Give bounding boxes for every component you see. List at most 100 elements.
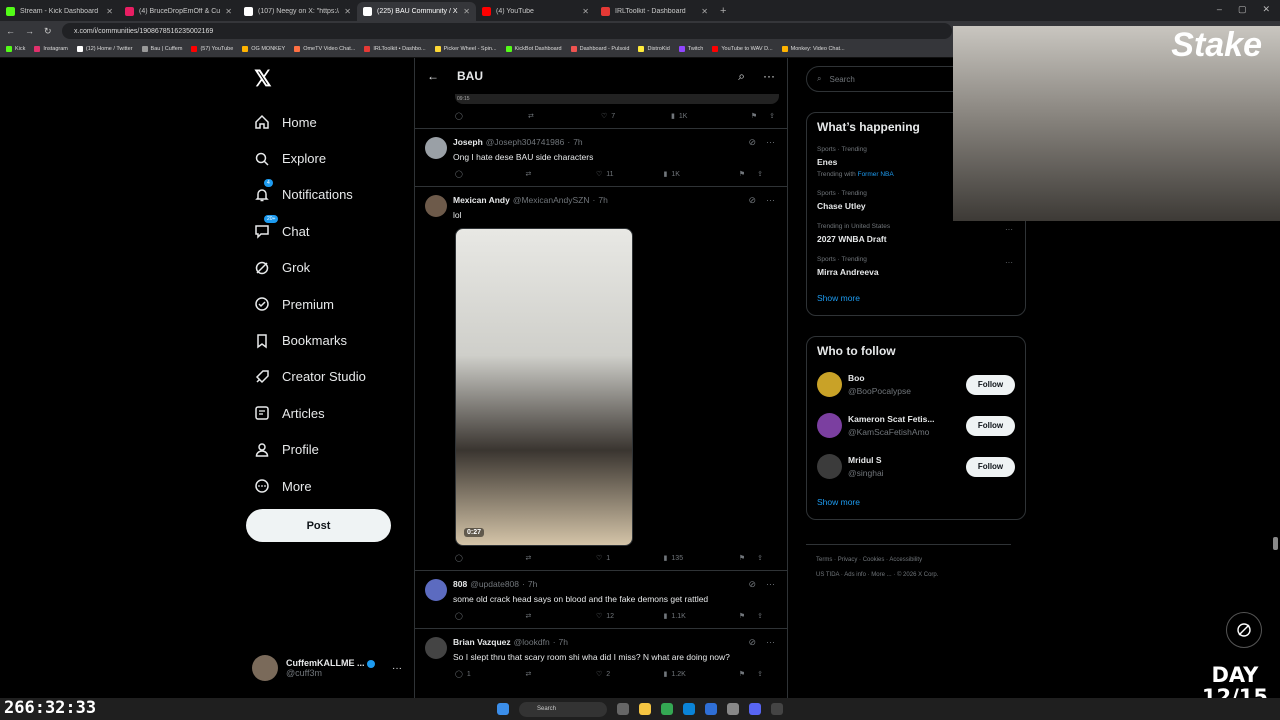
bookmark-icon[interactable]: ⚑ bbox=[739, 670, 745, 678]
avatar[interactable] bbox=[817, 372, 842, 397]
follow-suggestion[interactable]: Boo @BooPocalypse Follow bbox=[817, 364, 1015, 405]
close-tab-icon[interactable]: ✕ bbox=[106, 7, 113, 16]
footer-link[interactable]: Accessibility bbox=[889, 557, 922, 563]
follow-suggestion[interactable]: Kameron Scat Fetis... @KamScaFetishAmo Fol… bbox=[817, 405, 1015, 446]
more-icon[interactable]: ··· bbox=[1005, 258, 1013, 267]
bookmark-link[interactable]: (57) YouTube bbox=[191, 46, 233, 52]
reply-icon[interactable]: ◯ bbox=[455, 170, 525, 178]
trend-item[interactable]: Sports · Trending Mirra Andreeva ··· bbox=[817, 250, 1015, 283]
repost-icon[interactable]: ⇄ bbox=[525, 170, 595, 178]
tweet[interactable]: Joseph @Joseph304741986 · 7h Ong I hate dese… bbox=[415, 128, 787, 186]
previous-video[interactable]: 09:15 bbox=[455, 94, 779, 104]
tweet-author[interactable]: Mexican Andy bbox=[453, 195, 510, 205]
like-button[interactable]: ♡ 11 bbox=[596, 170, 664, 179]
avatar[interactable] bbox=[425, 637, 447, 659]
reply-icon[interactable]: ◯ bbox=[455, 612, 525, 620]
nav-item-more[interactable]: More bbox=[246, 468, 406, 504]
like-button[interactable]: ♡ 1 bbox=[596, 554, 664, 563]
share-icon[interactable]: ⇪ bbox=[757, 612, 763, 620]
app-icon[interactable] bbox=[727, 703, 739, 715]
share-icon[interactable]: ⇪ bbox=[757, 170, 763, 178]
more-icon[interactable]: ··· bbox=[766, 137, 775, 148]
follow-suggestion[interactable]: Mridul S @singhai Follow bbox=[817, 446, 1015, 487]
post-button[interactable]: Post bbox=[246, 509, 391, 542]
nav-item-bookmarks[interactable]: Bookmarks bbox=[246, 322, 406, 358]
like-button[interactable]: ♡ 2 bbox=[596, 670, 664, 679]
more-icon[interactable]: ··· bbox=[766, 579, 775, 590]
grok-icon[interactable]: ⊘ bbox=[748, 137, 756, 148]
views-count[interactable]: ▮ 1K bbox=[664, 170, 739, 179]
back-icon[interactable]: ← bbox=[6, 26, 15, 36]
search-icon[interactable]: ⌕ bbox=[738, 69, 745, 84]
close-tab-icon[interactable]: ✕ bbox=[463, 7, 470, 16]
obs-icon[interactable] bbox=[771, 703, 783, 715]
window-controls[interactable]: – ▢ ✕ bbox=[1207, 0, 1280, 19]
share-icon[interactable]: ⇪ bbox=[757, 670, 763, 678]
bookmark-link[interactable]: DistroKid bbox=[638, 46, 670, 52]
footer-link[interactable]: Privacy bbox=[838, 557, 858, 563]
more-icon[interactable]: ··· bbox=[766, 637, 775, 648]
file-explorer-icon[interactable] bbox=[639, 703, 651, 715]
avatar[interactable] bbox=[817, 454, 842, 479]
repost-icon[interactable]: ⇄ bbox=[528, 112, 601, 120]
share-icon[interactable]: ⇪ bbox=[769, 112, 775, 120]
new-tab-icon[interactable]: + bbox=[714, 2, 732, 21]
maximize-icon[interactable]: ▢ bbox=[1238, 4, 1247, 15]
footer-link[interactable]: Cookies bbox=[863, 557, 885, 563]
nav-item-explore[interactable]: Explore bbox=[246, 140, 406, 176]
more-icon[interactable]: ··· bbox=[1005, 225, 1013, 234]
avatar[interactable] bbox=[817, 413, 842, 438]
grok-icon[interactable]: ⊘ bbox=[748, 579, 756, 590]
show-more-link[interactable]: Show more bbox=[817, 487, 1015, 519]
more-icon[interactable]: ··· bbox=[763, 69, 775, 83]
tweet-time[interactable]: 7h bbox=[528, 579, 537, 589]
avatar[interactable] bbox=[425, 137, 447, 159]
bookmark-icon[interactable]: ⚑ bbox=[739, 612, 745, 620]
follow-button[interactable]: Follow bbox=[966, 374, 1015, 395]
tweet[interactable]: 808 @update808 · 7h some old crack head says… bbox=[415, 570, 787, 628]
nav-item-profile[interactable]: Profile bbox=[246, 432, 406, 468]
bookmark-link[interactable]: IRLToolkit • Dashbo... bbox=[364, 46, 426, 52]
nav-item-creator-studio[interactable]: Creator Studio bbox=[246, 359, 406, 395]
browser-tab[interactable]: (4) YouTube ✕ bbox=[476, 2, 595, 21]
views-count[interactable]: ▮ 1K bbox=[671, 112, 749, 121]
nav-item-articles[interactable]: Articles bbox=[246, 395, 406, 431]
bookmark-link[interactable]: OG MONKEY bbox=[242, 46, 285, 52]
back-arrow-icon[interactable]: ← bbox=[427, 69, 439, 83]
nav-item-chat[interactable]: 20+ Chat bbox=[246, 213, 406, 249]
nav-item-grok[interactable]: Grok bbox=[246, 250, 406, 286]
tweet[interactable]: Mexican Andy @MexicanAndySZN · 7h lol ⊘ ··· 0:2… bbox=[415, 186, 787, 570]
bookmark-link[interactable]: Instagram bbox=[34, 46, 68, 52]
bookmark-link[interactable]: Kick bbox=[6, 46, 25, 52]
forward-icon[interactable]: → bbox=[25, 26, 34, 36]
bookmark-icon[interactable]: ⚑ bbox=[751, 112, 757, 120]
minimize-icon[interactable]: – bbox=[1217, 4, 1222, 15]
follow-button[interactable]: Follow bbox=[966, 456, 1015, 477]
reload-icon[interactable]: ↻ bbox=[44, 26, 52, 37]
browser-tab[interactable]: IRLToolkit - Dashboard ✕ bbox=[595, 2, 714, 21]
close-tab-icon[interactable]: ✕ bbox=[344, 7, 351, 16]
footer-link[interactable]: US TIDA bbox=[816, 572, 839, 578]
grok-icon[interactable]: ⊘ bbox=[748, 637, 756, 648]
reply-icon[interactable]: ◯ bbox=[455, 554, 525, 562]
taskbar-search[interactable]: Search bbox=[519, 701, 607, 717]
tweet[interactable]: Brian Vazquez @lookdfn · 7h So I slept thru … bbox=[415, 628, 787, 686]
bookmark-link[interactable]: Dashboard - Pulsoid bbox=[570, 46, 629, 52]
bookmark-link[interactable]: Picker Wheel - Spin... bbox=[434, 46, 497, 52]
bookmark-link[interactable]: OmeTV Video Chat... bbox=[294, 46, 355, 52]
tweet-author[interactable]: Brian Vazquez bbox=[453, 637, 511, 647]
tweet-handle[interactable]: @MexicanAndySZN bbox=[513, 195, 590, 205]
show-more-link[interactable]: Show more bbox=[817, 283, 1015, 315]
avatar[interactable] bbox=[425, 579, 447, 601]
close-tab-icon[interactable]: ✕ bbox=[225, 7, 232, 16]
tweet-author[interactable]: 808 bbox=[453, 579, 467, 589]
nav-item-premium[interactable]: Premium bbox=[246, 286, 406, 322]
grok-icon[interactable]: ⊘ bbox=[748, 195, 756, 206]
follow-button[interactable]: Follow bbox=[966, 415, 1015, 436]
footer-link[interactable]: Ads info bbox=[844, 572, 866, 578]
bookmark-icon[interactable]: ⚑ bbox=[739, 170, 745, 178]
scrollbar-thumb[interactable] bbox=[1273, 537, 1278, 550]
bookmark-link[interactable]: Bau | Cuffem bbox=[141, 46, 182, 52]
account-switcher[interactable]: CuffemKALLME ... @cuff3m ··· bbox=[252, 652, 402, 684]
tweet-time[interactable]: 7h bbox=[573, 137, 582, 147]
